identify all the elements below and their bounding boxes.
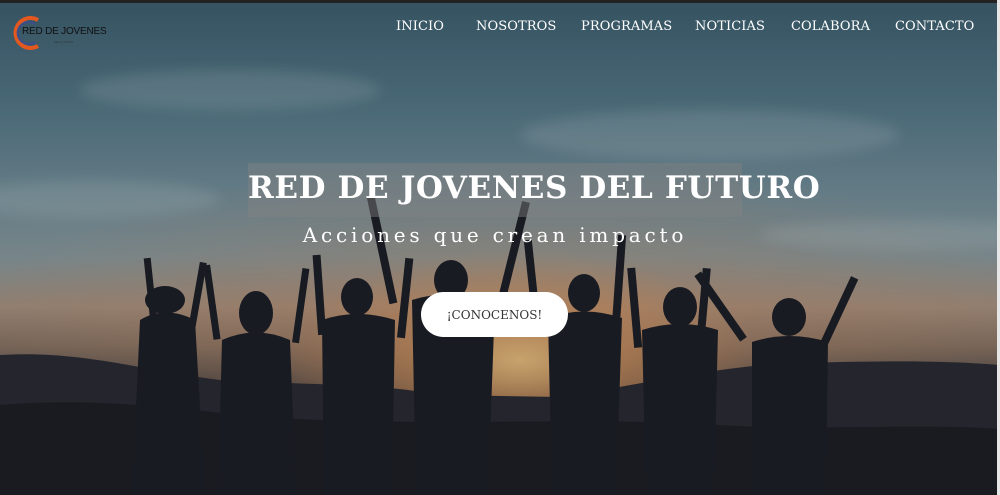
conocenos-button[interactable]: ¡CONOCENOS! xyxy=(421,292,568,337)
logo-text: RED DE JOVENES xyxy=(22,26,107,37)
site-logo[interactable]: RED DE JOVENES DEL FUTURO xyxy=(8,13,107,53)
nav-item-contacto[interactable]: CONTACTO xyxy=(895,19,974,34)
logo-tagline: DEL FUTURO xyxy=(54,40,74,44)
top-navbar: RED DE JOVENES DEL FUTURO INICIO NOSOTRO… xyxy=(0,0,1000,52)
hero-background-image xyxy=(0,0,1000,495)
nav-item-nosotros[interactable]: NOSOTROS xyxy=(476,19,556,34)
nav-item-colabora[interactable]: COLABORA xyxy=(791,19,870,34)
hero-subtitle: Acciones que crean impacto xyxy=(302,223,688,247)
nav-item-programas[interactable]: PROGRAMAS xyxy=(581,19,672,34)
hero-title: RED DE JOVENES DEL FUTURO xyxy=(248,170,821,206)
nav-item-inicio[interactable]: INICIO xyxy=(396,19,444,34)
nav-item-noticias[interactable]: NOTICIAS xyxy=(695,19,765,34)
